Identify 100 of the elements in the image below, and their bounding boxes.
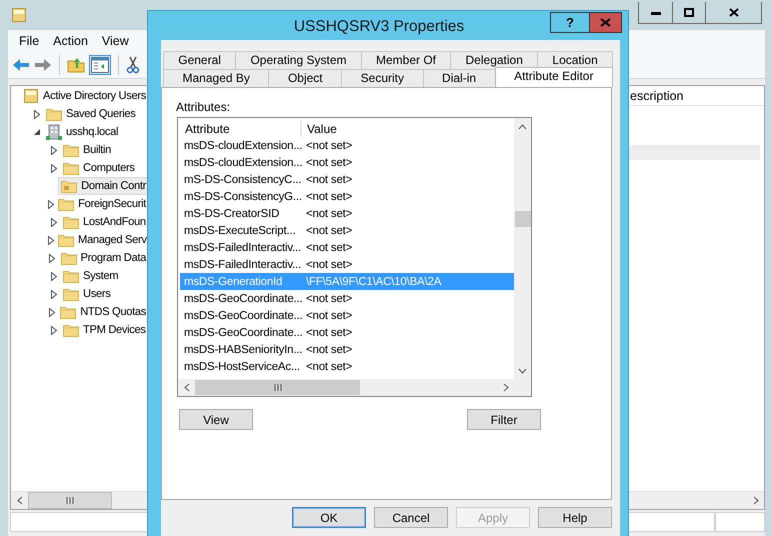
tree-item[interactable]: Users bbox=[60, 285, 114, 303]
attribute-value: <not set> bbox=[305, 174, 352, 186]
expand-icon[interactable] bbox=[50, 272, 58, 280]
list-row[interactable]: mS-DS-CreatorSID <not set> bbox=[180, 205, 514, 222]
tree-item[interactable]: usshq.local bbox=[43, 123, 122, 141]
attribute-value: <not set> bbox=[305, 344, 352, 356]
attribute-name: msDS-FailedInteractiv... bbox=[183, 258, 300, 270]
list-row[interactable]: msDS-HABSeniorityIn... <not set> bbox=[180, 341, 514, 358]
attribute-value: \FF\5A\9F\C1\AC\10\BA\2A bbox=[305, 276, 442, 288]
folder-icon bbox=[63, 161, 79, 175]
folder-icon bbox=[58, 197, 74, 211]
tree-item[interactable]: Builtin bbox=[60, 141, 114, 159]
list-row[interactable]: msDS-GeoCoordinate... <not set> bbox=[180, 307, 514, 324]
scissors-icon[interactable] bbox=[126, 56, 140, 74]
tab[interactable]: Delegation bbox=[450, 51, 538, 69]
column-header[interactable]: Value bbox=[302, 120, 337, 137]
dialog-button[interactable]: OK bbox=[292, 507, 366, 528]
attribute-value: <not set> bbox=[305, 156, 352, 168]
scrollbar-thumb[interactable] bbox=[514, 211, 530, 227]
list-row[interactable]: msDS-cloudExtension... <not set> bbox=[180, 154, 514, 171]
attribute-name: msDS-GeoCoordinate... bbox=[183, 292, 300, 304]
scroll-right-icon[interactable] bbox=[502, 383, 508, 392]
back-arrow-icon[interactable] bbox=[12, 58, 30, 72]
tree-item[interactable]: Domain Contr bbox=[58, 177, 149, 195]
scroll-left-icon[interactable] bbox=[16, 496, 22, 505]
grip-icon bbox=[274, 384, 282, 391]
list-row[interactable]: msDS-GeoCoordinate... <not set> bbox=[180, 324, 514, 341]
tree-item[interactable]: Saved Queries bbox=[43, 105, 138, 123]
expand-icon[interactable] bbox=[48, 254, 56, 262]
expand-icon[interactable] bbox=[47, 236, 55, 244]
dialog-button[interactable]: Cancel bbox=[374, 507, 448, 528]
dialog-button[interactable]: Help bbox=[538, 507, 612, 528]
list-row[interactable]: mS-DS-ConsistencyG... <not set> bbox=[180, 188, 514, 205]
expand-icon[interactable] bbox=[48, 308, 56, 316]
list-row[interactable]: mS-DS-ConsistencyC... <not set> bbox=[180, 171, 514, 188]
help-button[interactable]: ? bbox=[550, 12, 590, 33]
tree-item[interactable]: TPM Devices bbox=[60, 321, 149, 339]
tree-item[interactable]: Program Data bbox=[58, 249, 149, 267]
list-action-button[interactable]: View bbox=[179, 409, 253, 430]
tab[interactable]: General bbox=[163, 51, 236, 69]
folder-icon bbox=[63, 287, 79, 301]
list-action-button[interactable]: Filter bbox=[467, 409, 541, 430]
tab[interactable]: Operating System bbox=[235, 51, 362, 69]
attribute-value: <not set> bbox=[305, 258, 352, 270]
expand-icon[interactable] bbox=[50, 326, 58, 334]
tree-item[interactable]: NTDS Quotas bbox=[57, 303, 149, 321]
forward-arrow-icon[interactable] bbox=[34, 58, 52, 72]
list-row[interactable]: msDS-HostServiceAc... <not set> bbox=[180, 358, 514, 375]
column-header[interactable]: Attribute bbox=[180, 120, 302, 137]
menu-item[interactable]: File bbox=[12, 34, 46, 48]
attribute-value: <not set> bbox=[305, 360, 352, 372]
scroll-left-icon[interactable] bbox=[184, 383, 190, 392]
tree-item[interactable]: Computers bbox=[60, 159, 138, 177]
expand-icon[interactable] bbox=[50, 290, 58, 298]
tab[interactable]: Managed By bbox=[163, 69, 270, 87]
expand-icon[interactable] bbox=[50, 164, 58, 172]
column-header[interactable]: escription bbox=[630, 88, 684, 102]
app-icon bbox=[12, 8, 26, 22]
collapse-icon[interactable] bbox=[32, 128, 40, 136]
expand-icon[interactable] bbox=[32, 110, 40, 118]
tab[interactable]: Security bbox=[341, 69, 424, 87]
building-icon bbox=[46, 124, 62, 140]
folder-icon bbox=[60, 251, 77, 265]
tree-item[interactable]: ForeignSecurit bbox=[55, 195, 149, 213]
expand-icon[interactable] bbox=[47, 200, 56, 208]
scrollbar-thumb[interactable] bbox=[28, 492, 112, 509]
list-row[interactable]: msDS-ExecuteScript... <not set> bbox=[180, 222, 514, 239]
scroll-right-icon[interactable] bbox=[752, 496, 758, 505]
close-icon bbox=[728, 8, 738, 17]
attribute-name: msDS-GenerationId bbox=[183, 276, 284, 288]
attribute-name: msDS-cloudExtension... bbox=[183, 156, 300, 168]
tab[interactable]: Object bbox=[268, 69, 342, 87]
attribute-name: mS-DS-ConsistencyG... bbox=[183, 190, 300, 202]
tree-item[interactable]: System bbox=[60, 267, 122, 285]
list-row[interactable]: msDS-FailedInteractiv... <not set> bbox=[180, 256, 514, 273]
folder-up-icon[interactable] bbox=[67, 57, 85, 73]
menu-item[interactable]: View bbox=[94, 34, 136, 48]
folder-icon bbox=[63, 269, 79, 283]
menu-item[interactable]: Action bbox=[46, 34, 95, 48]
attribute-value: <not set> bbox=[305, 326, 352, 338]
expand-icon[interactable] bbox=[50, 218, 58, 226]
folder-icon bbox=[63, 323, 79, 337]
attribute-name: msDS-GeoCoordinate... bbox=[183, 326, 300, 338]
scroll-down-icon[interactable] bbox=[518, 368, 527, 374]
tab[interactable]: Attribute Editor bbox=[494, 67, 613, 87]
expand-icon[interactable] bbox=[50, 146, 58, 154]
console-icon bbox=[23, 88, 40, 104]
list-row[interactable]: msDS-FailedInteractiv... <not set> bbox=[180, 239, 514, 256]
console-tree-icon[interactable] bbox=[91, 57, 109, 73]
tab[interactable]: Dial-in bbox=[422, 69, 496, 87]
attribute-value: <not set> bbox=[305, 140, 352, 152]
tab[interactable]: Member Of bbox=[360, 51, 452, 69]
folder-icon bbox=[58, 233, 74, 247]
tree-item[interactable]: LostAndFoun bbox=[60, 213, 149, 231]
scrollbar-thumb[interactable] bbox=[195, 380, 360, 395]
tree-item[interactable]: Managed Serv bbox=[55, 231, 150, 249]
list-row[interactable]: msDS-cloudExtension... <not set> bbox=[180, 137, 514, 154]
scroll-up-icon[interactable] bbox=[518, 124, 527, 130]
tree-item[interactable]: Active Directory Users bbox=[20, 87, 149, 105]
list-row[interactable]: msDS-GeoCoordinate... <not set> bbox=[180, 290, 514, 307]
